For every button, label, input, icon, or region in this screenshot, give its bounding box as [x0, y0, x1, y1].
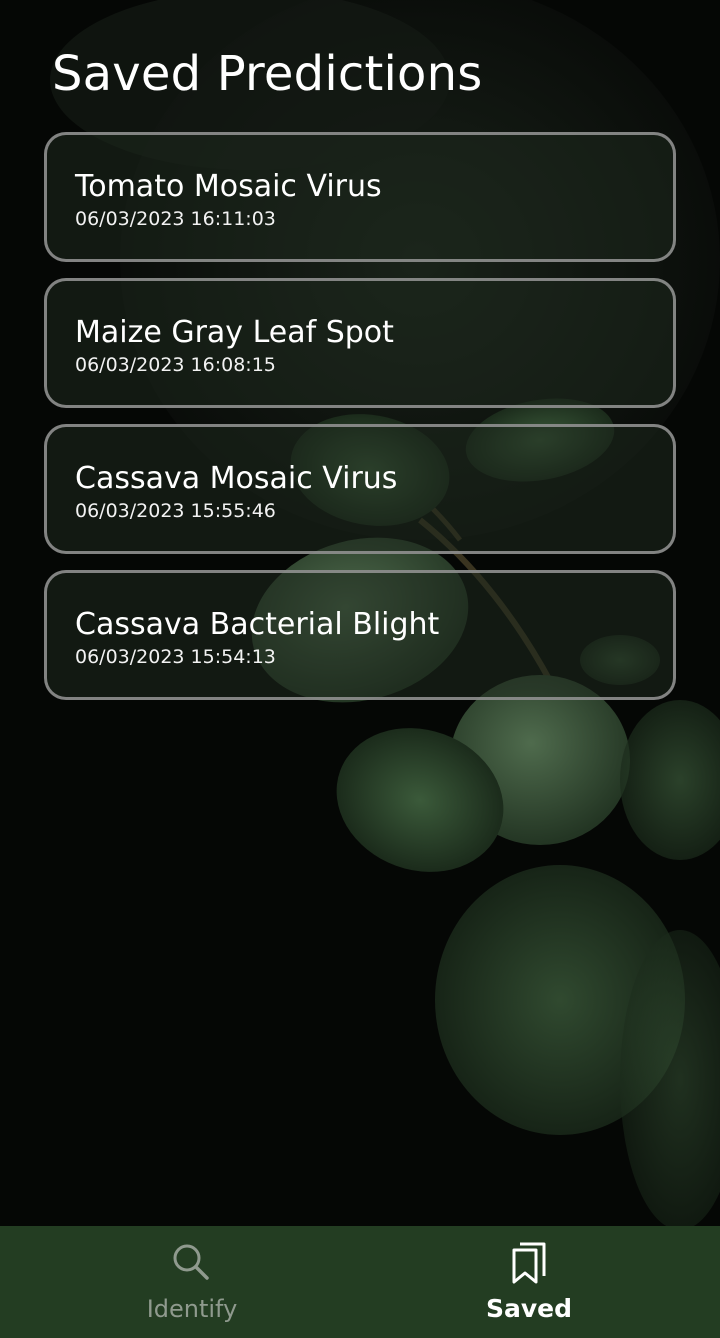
- prediction-name: Cassava Bacterial Blight: [75, 607, 440, 642]
- prediction-timestamp: 06/03/2023 15:54:13: [75, 646, 276, 668]
- nav-item-identify[interactable]: Identify: [92, 1240, 292, 1332]
- bookmarks-icon: [512, 1242, 546, 1284]
- saved-predictions-screen: Saved Predictions Tomato Mosaic Virus 06…: [0, 0, 720, 1338]
- prediction-card[interactable]: Maize Gray Leaf Spot 06/03/2023 16:08:15: [44, 278, 676, 408]
- nav-item-saved[interactable]: Saved: [429, 1240, 629, 1332]
- page-title: Saved Predictions: [52, 46, 483, 102]
- prediction-timestamp: 06/03/2023 16:08:15: [75, 354, 276, 376]
- bottom-navigation-bar: Identify Saved: [0, 1226, 720, 1338]
- nav-label-saved: Saved: [485, 1294, 573, 1323]
- prediction-card[interactable]: Tomato Mosaic Virus 06/03/2023 16:11:03: [44, 132, 676, 262]
- prediction-name: Maize Gray Leaf Spot: [75, 315, 394, 350]
- prediction-timestamp: 06/03/2023 15:55:46: [75, 500, 276, 522]
- prediction-card[interactable]: Cassava Mosaic Virus 06/03/2023 15:55:46: [44, 424, 676, 554]
- search-icon: [173, 1244, 209, 1280]
- nav-label-identify: Identify: [146, 1295, 238, 1323]
- predictions-list: Tomato Mosaic Virus 06/03/2023 16:11:03 …: [44, 132, 676, 716]
- prediction-name: Tomato Mosaic Virus: [75, 169, 382, 204]
- prediction-timestamp: 06/03/2023 16:11:03: [75, 208, 276, 230]
- prediction-name: Cassava Mosaic Virus: [75, 461, 398, 496]
- prediction-card[interactable]: Cassava Bacterial Blight 06/03/2023 15:5…: [44, 570, 676, 700]
